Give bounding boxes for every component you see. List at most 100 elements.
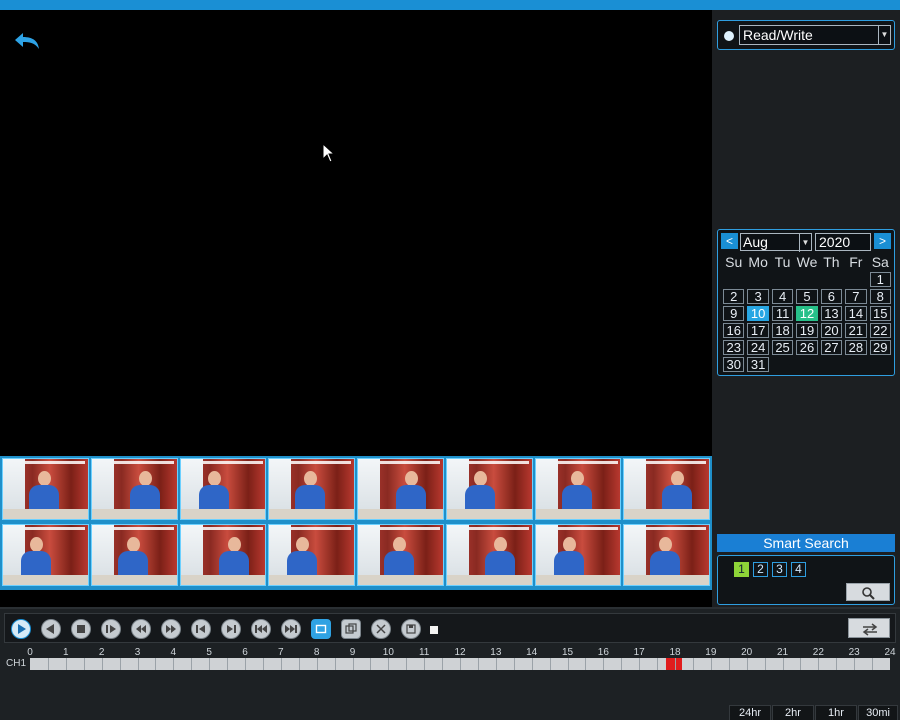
calendar-day[interactable]: 14	[845, 306, 867, 321]
save-button[interactable]	[401, 619, 421, 639]
timeline-hour-label: 16	[597, 647, 609, 658]
video-thumbnail[interactable]	[357, 458, 444, 520]
calendar-day[interactable]: 10	[747, 306, 769, 321]
timeline-tick	[424, 658, 426, 670]
calendar-day[interactable]: 16	[723, 323, 745, 338]
prev-file-button[interactable]	[251, 619, 271, 639]
video-preview-area[interactable]	[0, 10, 712, 456]
sync-button[interactable]	[848, 618, 890, 638]
smart-search-button[interactable]: Smart Search	[717, 534, 895, 552]
video-thumbnail[interactable]	[90, 524, 178, 586]
video-thumbnail[interactable]	[534, 458, 622, 520]
next-frame-button[interactable]	[221, 619, 241, 639]
timeline-tick	[245, 658, 246, 670]
channel-1-toggle[interactable]: 1	[734, 562, 749, 577]
calendar-day[interactable]: 28	[845, 340, 867, 355]
calendar-day[interactable]: 7	[845, 289, 867, 304]
record-mode-select[interactable]: Read/Write ▼	[739, 25, 891, 45]
calendar-day[interactable]: 12	[796, 306, 818, 321]
timeline-tick	[567, 658, 569, 670]
video-thumbnail[interactable]	[179, 524, 267, 586]
video-thumbnail[interactable]	[179, 458, 267, 520]
previous-icon	[255, 625, 267, 633]
calendar-next-month-button[interactable]: >	[874, 233, 891, 249]
channel-3-toggle[interactable]: 3	[772, 562, 787, 577]
timeline-tick	[549, 658, 551, 670]
calendar-day[interactable]: 18	[771, 323, 794, 338]
calendar-day[interactable]: 3	[747, 289, 769, 304]
calendar-day[interactable]: 13	[820, 306, 843, 321]
calendar-day[interactable]: 4	[771, 289, 794, 304]
back-arrow-icon[interactable]	[12, 30, 42, 52]
recording-segment[interactable]	[666, 658, 675, 670]
calendar-day[interactable]: 21	[845, 323, 867, 338]
stop-button[interactable]	[71, 619, 91, 639]
next-icon	[285, 625, 297, 633]
calendar-day[interactable]: 31	[747, 357, 769, 372]
timeline-hour-label: 24	[884, 647, 896, 658]
step-play-button[interactable]	[101, 619, 121, 639]
calendar-prev-month-button[interactable]: <	[721, 233, 738, 249]
reverse-play-button[interactable]	[41, 619, 61, 639]
calendar-day[interactable]: 15	[869, 306, 891, 321]
video-thumbnail[interactable]	[268, 458, 355, 520]
channel-4-toggle[interactable]: 4	[791, 562, 806, 577]
calendar-day[interactable]: 9	[723, 306, 745, 321]
calendar-day[interactable]: 19	[796, 323, 818, 338]
video-thumbnail[interactable]	[90, 458, 178, 520]
calendar-day[interactable]: 17	[747, 323, 769, 338]
video-thumbnail[interactable]	[2, 524, 89, 586]
timeline-hour-label: 17	[633, 647, 645, 658]
window-icon	[345, 623, 357, 634]
video-thumbnail[interactable]	[357, 524, 444, 586]
slow-button[interactable]	[131, 619, 151, 639]
fast-forward-button[interactable]	[161, 619, 181, 639]
timeline-tick	[137, 658, 139, 670]
calendar-day[interactable]: 29	[869, 340, 891, 355]
calendar-month-select[interactable]: Aug ▼	[740, 233, 812, 252]
calendar-day[interactable]: 23	[723, 340, 745, 355]
calendar-day[interactable]: 30	[723, 357, 745, 372]
video-thumbnail[interactable]	[623, 524, 710, 586]
zoom-1hr-button[interactable]: 1hr	[815, 705, 857, 720]
recording-segment[interactable]	[675, 658, 683, 670]
timeline-tick	[262, 658, 264, 670]
calendar-day[interactable]: 20	[820, 323, 843, 338]
video-thumbnail[interactable]	[623, 458, 710, 520]
video-thumbnail[interactable]	[445, 524, 533, 586]
timeline-tick	[495, 658, 497, 670]
calendar-day[interactable]: 8	[869, 289, 891, 304]
calendar-day[interactable]: 24	[747, 340, 769, 355]
timeline-tick	[854, 658, 856, 670]
loop-button[interactable]	[311, 619, 331, 639]
video-thumbnail[interactable]	[445, 458, 533, 520]
play-button[interactable]	[11, 619, 31, 639]
video-thumbnail[interactable]	[2, 458, 89, 520]
calendar-day[interactable]: 22	[869, 323, 891, 338]
calendar-day[interactable]: 26	[796, 340, 818, 355]
calendar-day[interactable]: 1	[869, 272, 891, 287]
video-thumbnail[interactable]	[268, 524, 355, 586]
fullscreen-button[interactable]	[341, 619, 361, 639]
search-button[interactable]	[846, 583, 890, 601]
calendar-day[interactable]: 6	[820, 289, 843, 304]
prev-frame-button[interactable]	[191, 619, 211, 639]
zoom-2hr-button[interactable]: 2hr	[772, 705, 814, 720]
timeline-track[interactable]	[30, 658, 890, 670]
video-thumbnail[interactable]	[534, 524, 622, 586]
calendar-day[interactable]: 5	[796, 289, 818, 304]
channel-2-toggle[interactable]: 2	[753, 562, 768, 577]
zoom-30min-button[interactable]: 30mi	[858, 705, 898, 720]
calendar-blank	[845, 272, 866, 287]
calendar-day[interactable]: 2	[723, 289, 745, 304]
record-mode-radio[interactable]	[724, 31, 734, 41]
timeline-tick	[782, 658, 784, 670]
next-file-button[interactable]	[281, 619, 301, 639]
calendar-year-field[interactable]: 2020	[815, 233, 871, 251]
calendar-day[interactable]: 11	[771, 306, 794, 321]
calendar-day[interactable]: 25	[771, 340, 794, 355]
clip-button[interactable]	[371, 619, 391, 639]
timeline-hour-label: 14	[526, 647, 538, 658]
calendar-day[interactable]: 27	[820, 340, 843, 355]
zoom-24hr-button[interactable]: 24hr	[729, 705, 771, 720]
